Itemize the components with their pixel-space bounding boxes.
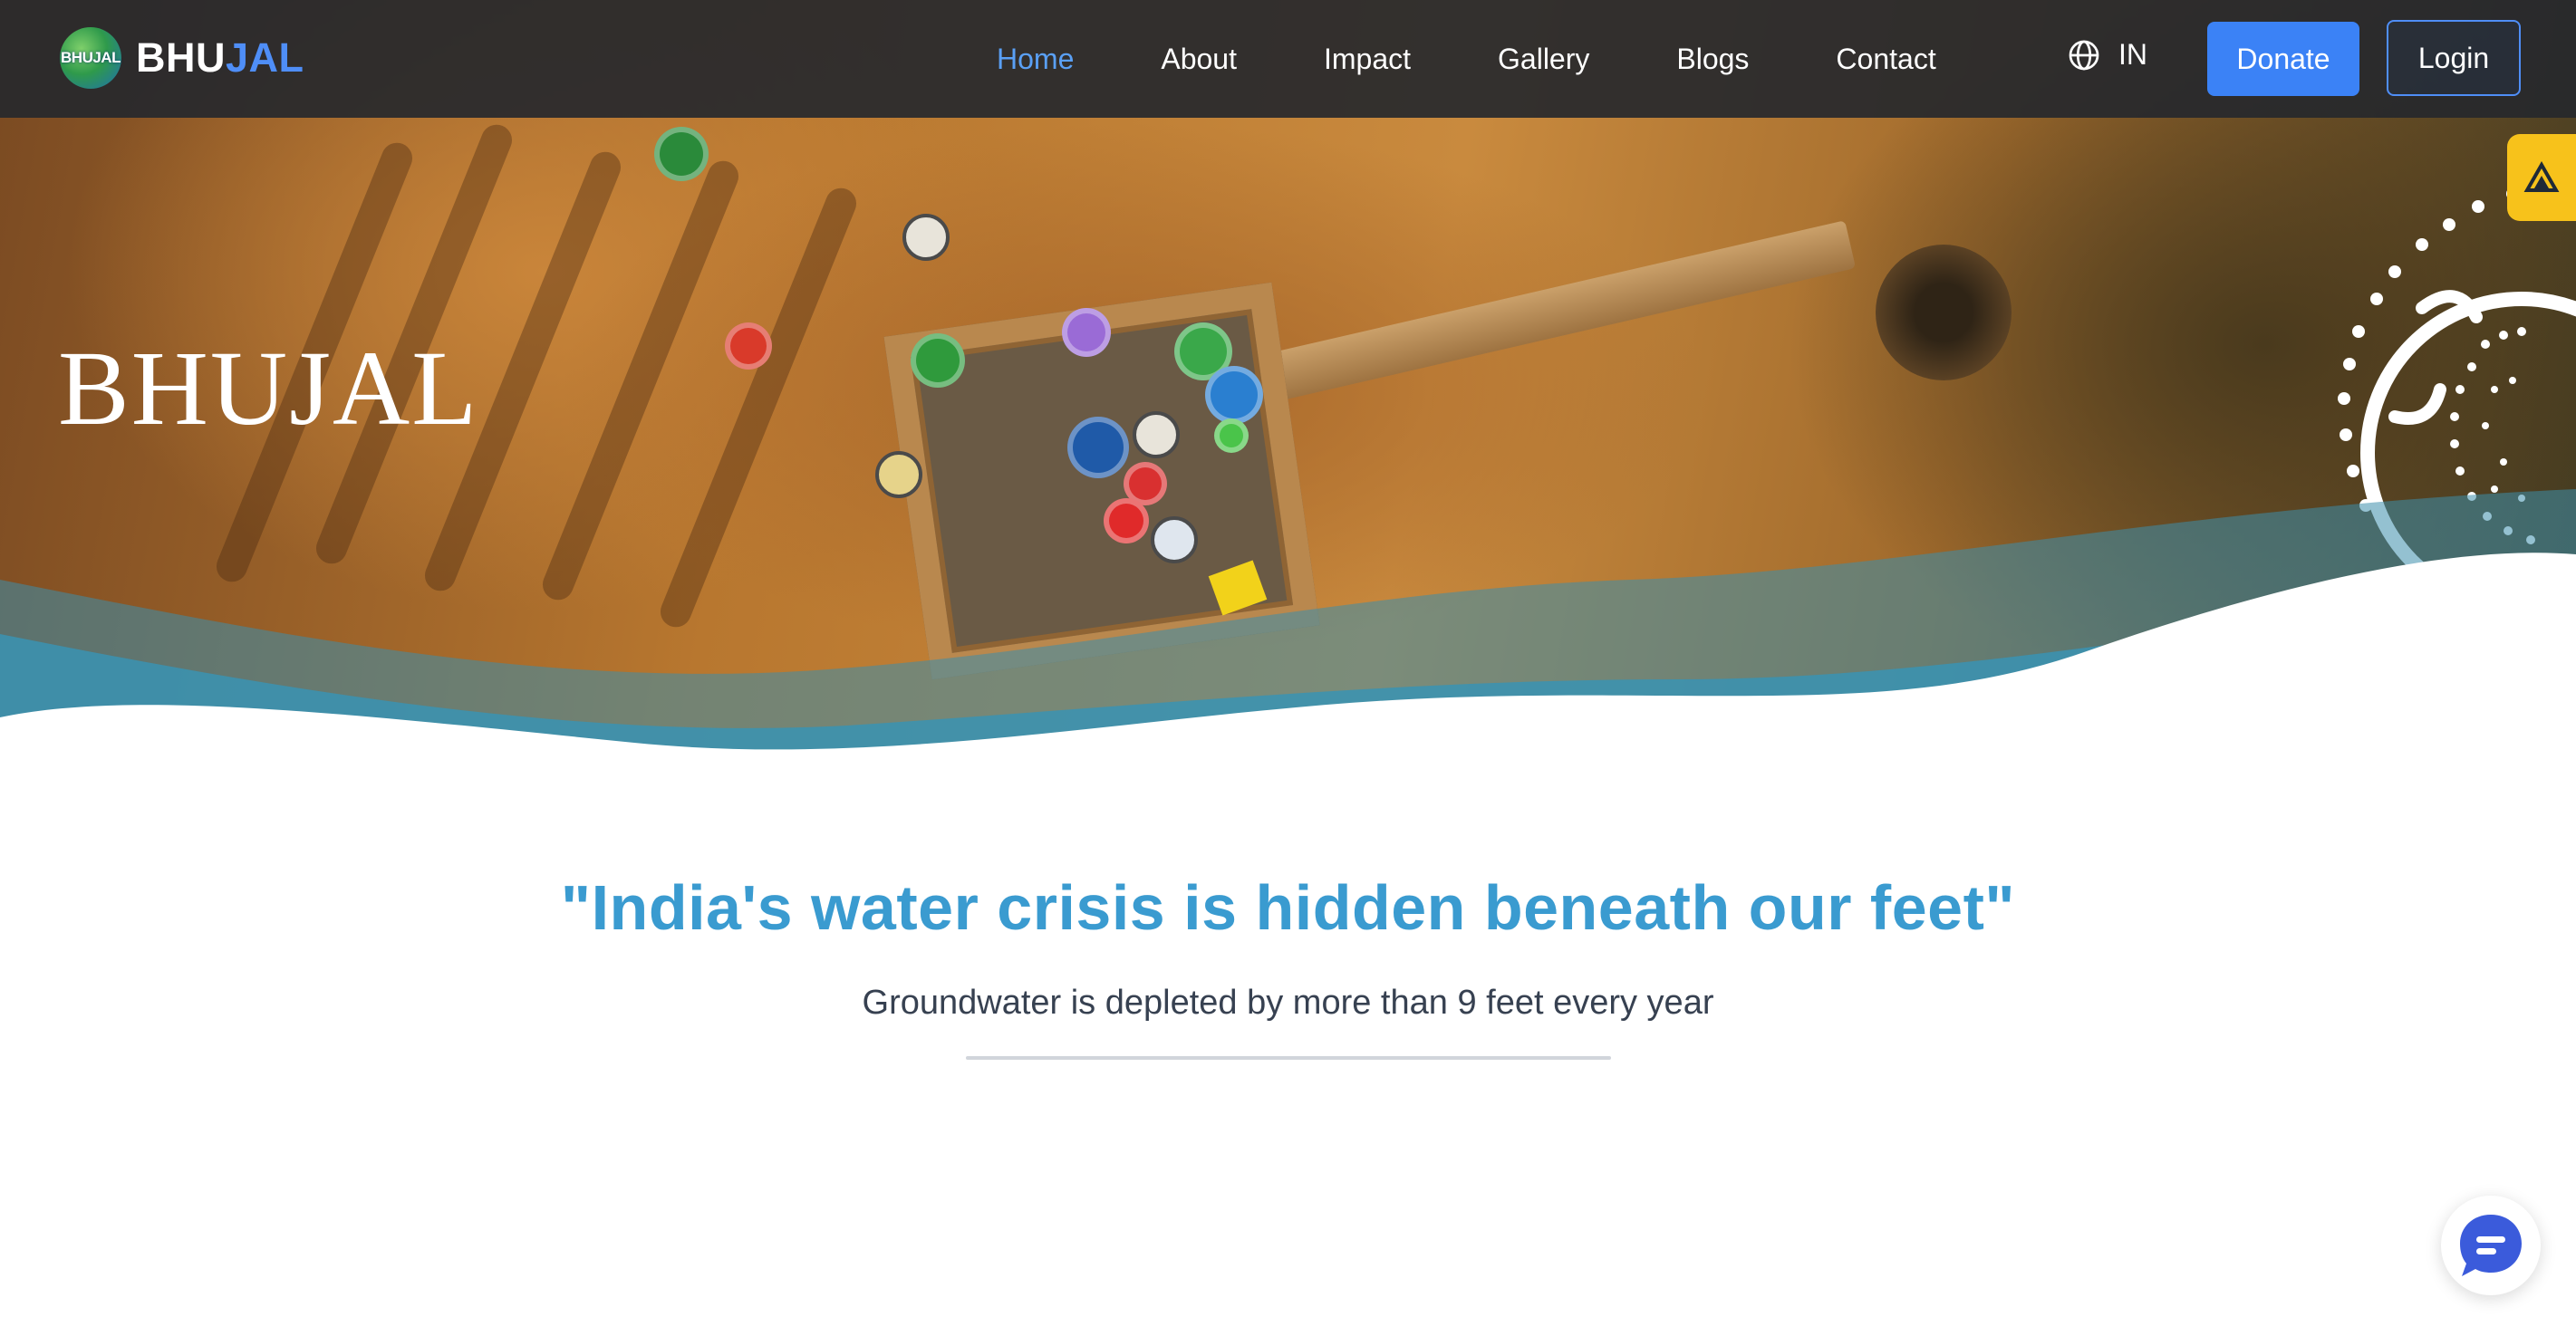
- top-navbar: BHUJAL BHUJAL Home About Impact Gallery …: [0, 0, 2576, 118]
- section-divider: [966, 1056, 1611, 1060]
- nav-link-impact[interactable]: Impact: [1324, 43, 1411, 76]
- crisis-subline: Groundwater is depleted by more than 9 f…: [862, 984, 1714, 1022]
- side-badge[interactable]: [2507, 134, 2576, 221]
- nav-link-about[interactable]: About: [1161, 43, 1237, 76]
- nav-link-gallery[interactable]: Gallery: [1498, 43, 1589, 76]
- nav-link-blogs[interactable]: Blogs: [1676, 43, 1749, 76]
- brand[interactable]: BHUJAL BHUJAL: [60, 27, 304, 89]
- globe-icon: [2069, 40, 2099, 70]
- crisis-quote: "India's water crisis is hidden beneath …: [560, 872, 2016, 943]
- hero-title: BHUJAL: [58, 329, 479, 447]
- hero-banner: BHUJAL: [0, 0, 2576, 788]
- donate-button[interactable]: Donate: [2207, 22, 2359, 96]
- brand-logo-text: BHUJAL: [61, 49, 121, 66]
- nav-link-contact[interactable]: Contact: [1836, 43, 1935, 76]
- brand-name-part2: JAL: [226, 34, 304, 81]
- brand-name: BHUJAL: [136, 34, 304, 82]
- nav-links: Home About Impact Gallery Blogs Contact: [997, 0, 2023, 118]
- nav-link-home[interactable]: Home: [997, 43, 1074, 76]
- login-button[interactable]: Login: [2387, 20, 2521, 96]
- brand-logo: BHUJAL: [60, 27, 121, 89]
- language-selector[interactable]: IN: [2068, 38, 2147, 72]
- chat-button[interactable]: [2441, 1196, 2541, 1295]
- brand-name-part1: BHU: [136, 34, 226, 81]
- chat-bubble-icon: [2460, 1215, 2522, 1276]
- language-label: IN: [2118, 38, 2147, 71]
- triangle-logo-icon: [2523, 161, 2560, 192]
